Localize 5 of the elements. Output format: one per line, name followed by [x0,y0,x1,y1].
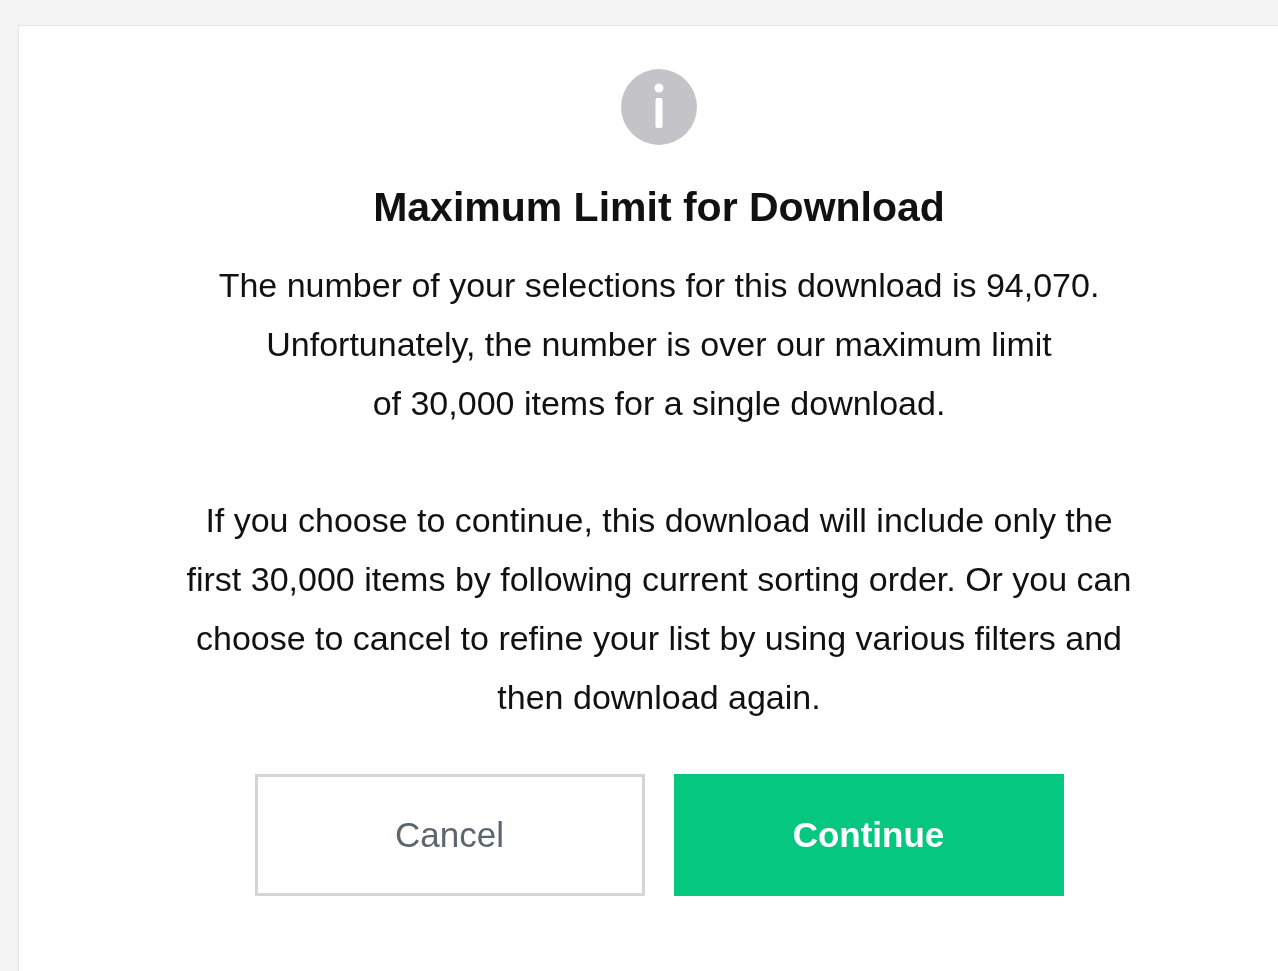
info-icon [621,69,697,145]
dialog-title: Maximum Limit for Download [373,183,945,232]
message-paragraph: The number of your selections for this download is 94,070. Unfortunately, the number is over our maximum limit of 30,000 items for a single download. [218,265,1100,425]
message-paragraph: If you choose to continue, this download will include only the first 30,000 items by following current sorting order. Or you can choose to cancel to refine your list by using various filters and then download again. [186,500,1132,719]
cancel-button[interactable]: Cancel [254,774,645,897]
